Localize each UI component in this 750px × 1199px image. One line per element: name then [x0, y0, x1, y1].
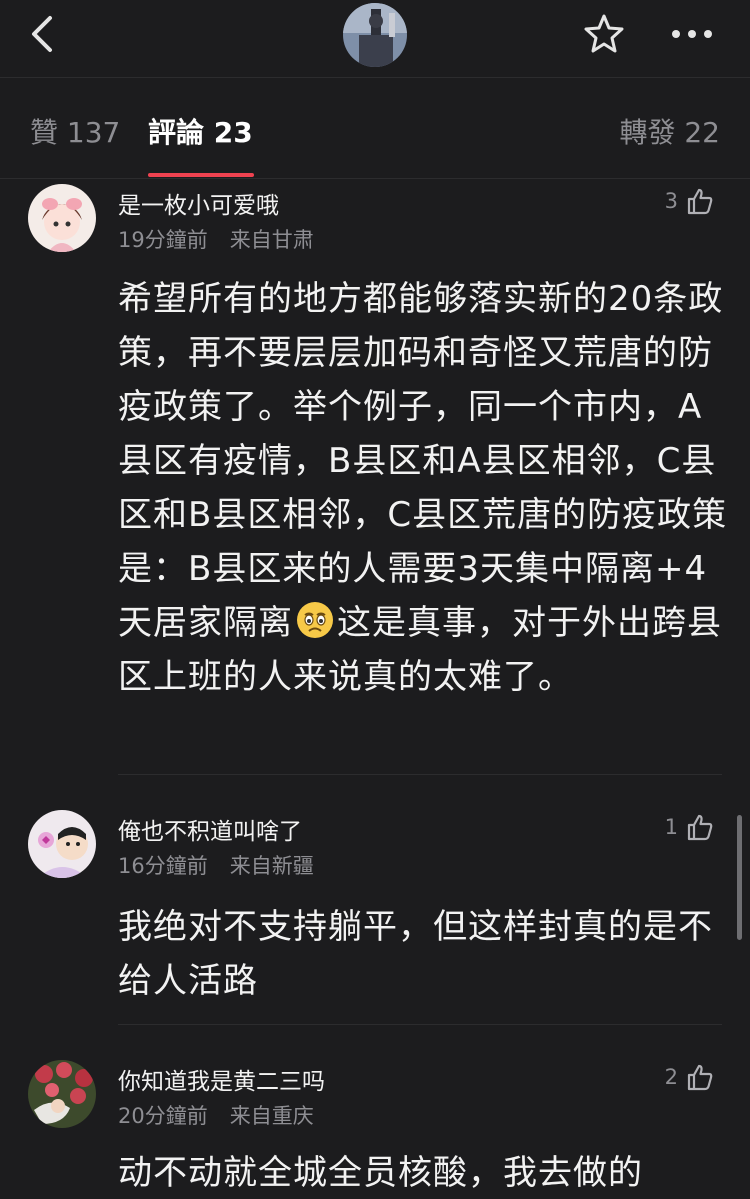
like-count: 2 — [664, 1065, 678, 1089]
avatar-image — [28, 184, 96, 252]
tab-comments[interactable]: 評論 23 — [148, 111, 253, 151]
scrollbar[interactable] — [737, 815, 742, 940]
thumbs-up-icon — [687, 1064, 713, 1091]
comment-meta: 20分鐘前 来自重庆 — [118, 1100, 314, 1130]
like-count: 3 — [664, 189, 678, 213]
comment-location: 来自重庆 — [229, 1104, 314, 1128]
author-avatar-image — [343, 3, 407, 67]
star-icon — [584, 14, 624, 53]
active-tab-indicator — [148, 173, 254, 177]
commenter-avatar[interactable] — [28, 810, 96, 878]
comment-text: 希望所有的地方都能够落实新的20条政策，再不要层层加码和奇怪又荒唐的防疫政策了。… — [118, 272, 728, 704]
comment-time: 16分鐘前 — [118, 854, 208, 878]
tab-bar: 贊 137 評論 23 轉發 22 — [0, 79, 750, 179]
more-icon — [672, 30, 712, 38]
author-avatar[interactable] — [343, 3, 407, 67]
like-button[interactable]: 1 — [665, 810, 714, 844]
divider — [118, 774, 722, 775]
divider — [118, 1024, 722, 1025]
comment-location: 来自甘肃 — [229, 228, 314, 252]
crying-face-icon — [297, 602, 333, 638]
comment-meta: 19分鐘前 来自甘肃 — [118, 224, 314, 254]
comment-location: 来自新疆 — [229, 854, 314, 878]
comment-text: 我绝对不支持躺平，但这样封真的是不给人活路 — [118, 907, 713, 1001]
comment-time: 19分鐘前 — [118, 228, 208, 252]
commenter-avatar[interactable] — [28, 184, 96, 252]
more-button[interactable] — [668, 16, 716, 52]
tab-reposts[interactable]: 轉發 22 — [619, 111, 720, 151]
like-count: 1 — [664, 815, 678, 839]
avatar-image — [28, 810, 96, 878]
commenter-name[interactable]: 俺也不积道叫啥了 — [118, 812, 302, 846]
thumbs-up-icon — [687, 188, 713, 215]
commenter-name[interactable]: 你知道我是黄二三吗 — [118, 1062, 325, 1096]
thumbs-up-icon — [687, 814, 713, 841]
comment-meta: 16分鐘前 来自新疆 — [118, 850, 314, 880]
top-bar — [0, 0, 750, 78]
comment-time: 20分鐘前 — [118, 1104, 208, 1128]
back-button[interactable] — [24, 14, 64, 54]
back-icon — [32, 16, 52, 52]
favorite-button[interactable] — [582, 12, 626, 56]
tab-likes[interactable]: 贊 137 — [30, 111, 120, 151]
like-button[interactable]: 2 — [665, 1060, 714, 1094]
comment-text-part: 希望所有的地方都能够落实新的20条政策，再不要层层加码和奇怪又荒唐的防疫政策了。… — [118, 279, 728, 643]
like-button[interactable]: 3 — [665, 184, 714, 218]
commenter-avatar[interactable] — [28, 1060, 96, 1128]
avatar-image — [28, 1060, 96, 1128]
commenter-name[interactable]: 是一枚小可爱哦 — [118, 186, 279, 220]
comment-text: 动不动就全城全员核酸，我去做的 — [118, 1153, 643, 1193]
